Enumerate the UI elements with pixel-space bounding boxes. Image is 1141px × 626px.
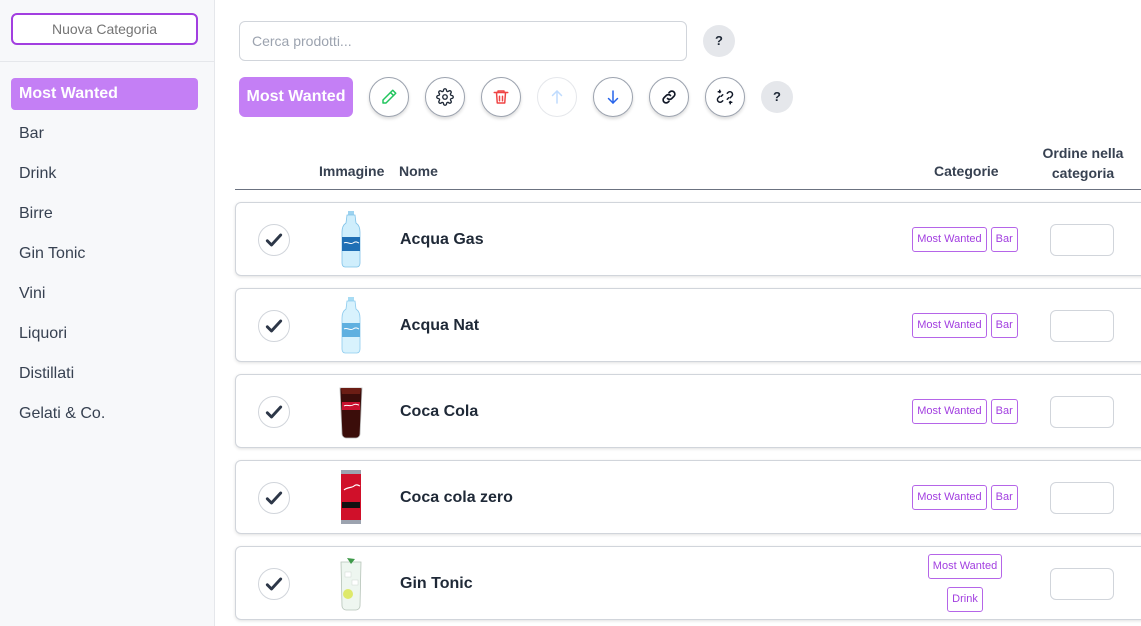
check-icon [265,405,283,419]
order-input[interactable] [1050,482,1114,514]
category-list: Most Wanted Bar Drink Birre Gin Tonic Vi… [11,78,198,438]
sidebar-item-gin-tonic[interactable]: Gin Tonic [11,238,198,270]
cola-glass-image [339,387,363,439]
link-icon [662,90,676,104]
table-row[interactable]: Coca Cola Most Wanted Bar [235,374,1141,448]
row-checkbox[interactable] [258,310,290,342]
check-icon [265,577,283,591]
sidebar: Most Wanted Bar Drink Birre Gin Tonic Vi… [0,0,215,626]
table-header-divider [235,189,1141,190]
move-up-button[interactable] [537,77,577,117]
sidebar-item-liquori[interactable]: Liquori [11,318,198,350]
order-input[interactable] [1050,224,1114,256]
product-name: Gin Tonic [400,575,473,592]
category-tags: Most Wanted Bar [896,289,1034,361]
row-checkbox[interactable] [258,482,290,514]
table-row[interactable]: Acqua Gas Most Wanted Bar [235,202,1141,276]
category-tags: Most Wanted Bar [896,203,1034,275]
new-category-input[interactable] [11,13,198,45]
row-checkbox[interactable] [258,224,290,256]
row-checkbox[interactable] [258,568,290,600]
delete-button[interactable] [481,77,521,117]
row-checkbox[interactable] [258,396,290,428]
header-order: Ordine nella categoria [1033,143,1133,183]
category-tags: Most Wanted Drink [896,547,1034,619]
edit-button[interactable] [369,77,409,117]
header-categories: Categorie [934,163,999,179]
category-tag[interactable]: Most Wanted [912,312,987,338]
trash-icon [493,90,509,104]
header-order-line1: Ordine nella [1042,145,1124,161]
category-tag[interactable]: Most Wanted [927,554,1003,579]
sidebar-divider [0,61,214,62]
check-icon [265,233,283,247]
sidebar-item-birre[interactable]: Birre [11,198,198,230]
order-input[interactable] [1050,568,1114,600]
cola-can-image [341,470,361,524]
category-tag[interactable]: Bar [990,312,1018,338]
product-name: Acqua Nat [400,317,480,334]
header-name: Nome [399,163,438,179]
arrow-down-icon [607,90,619,104]
sidebar-item-vini[interactable]: Vini [11,278,198,310]
current-category-button[interactable]: Most Wanted [239,77,353,117]
table-row[interactable]: Gin Tonic Most Wanted Drink [235,546,1141,620]
check-icon [265,491,283,505]
table-row[interactable]: Coca cola zero Most Wanted Bar [235,460,1141,534]
sidebar-item-drink[interactable]: Drink [11,158,198,190]
category-tag[interactable]: Most Wanted [912,398,987,424]
water-bottle-image [341,297,361,354]
pencil-icon [382,89,397,104]
toolbar-help-button[interactable]: ? [761,81,793,113]
water-bottle-image [341,211,361,268]
unlink-icon [716,89,734,105]
arrow-up-icon [551,90,563,104]
settings-button[interactable] [425,77,465,117]
unlink-button[interactable] [705,77,745,117]
gear-icon [436,88,454,106]
sidebar-item-most-wanted[interactable]: Most Wanted [11,78,198,110]
category-tag[interactable]: Bar [990,398,1018,424]
sidebar-item-bar[interactable]: Bar [11,118,198,150]
check-icon [265,319,283,333]
product-name: Coca cola zero [400,489,513,506]
order-input[interactable] [1050,396,1114,428]
search-input[interactable] [239,21,687,61]
order-input[interactable] [1050,310,1114,342]
product-name: Coca Cola [400,403,479,420]
table-row[interactable]: Acqua Nat Most Wanted Bar [235,288,1141,362]
category-tags: Most Wanted Bar [896,375,1034,447]
sidebar-item-distillati[interactable]: Distillati [11,358,198,390]
header-image: Immagine [319,163,385,179]
sidebar-item-gelati[interactable]: Gelati & Co. [11,398,198,430]
app-root: Most Wanted Bar Drink Birre Gin Tonic Vi… [0,0,1141,626]
gin-tonic-glass-image [340,558,362,611]
category-tag[interactable]: Bar [990,484,1018,510]
category-tag[interactable]: Most Wanted [912,226,987,252]
product-name: Acqua Gas [400,231,484,248]
move-down-button[interactable] [593,77,633,117]
header-order-line2: categoria [1051,165,1115,181]
search-help-button[interactable]: ? [703,25,735,57]
category-tags: Most Wanted Bar [896,461,1034,533]
category-tag[interactable]: Bar [990,226,1018,252]
category-tag[interactable]: Most Wanted [912,484,987,510]
link-button[interactable] [649,77,689,117]
category-tag[interactable]: Drink [947,587,983,612]
